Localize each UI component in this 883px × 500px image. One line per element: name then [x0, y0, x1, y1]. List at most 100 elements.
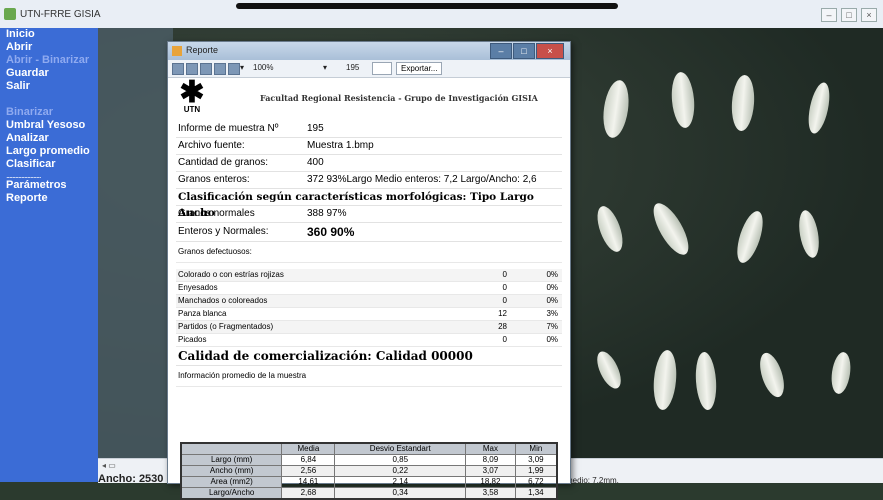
status-width: Ancho: 2530: [98, 473, 164, 485]
sidebar-item-umbral-yesoso[interactable]: Umbral Yesoso: [0, 119, 98, 132]
close-icon[interactable]: ×: [861, 8, 877, 22]
sidebar-item-abrir[interactable]: Abrir: [0, 41, 98, 54]
report-minimize-icon[interactable]: –: [490, 43, 512, 59]
defect-row: Colorado o con estrías rojizas 0 0%: [176, 269, 562, 282]
defect-count: 0: [502, 283, 507, 292]
stats-cell: 0,22: [334, 465, 467, 477]
report-title: Reporte: [186, 45, 219, 55]
row-informe: Informe de muestra Nº 195: [176, 121, 562, 138]
defect-row: Enyesados 0 0%: [176, 282, 562, 295]
defect-label: Colorado o con estrías rojizas: [178, 270, 284, 279]
sidebar-item-inicio[interactable]: Inicio: [0, 28, 98, 41]
defect-count: 28: [498, 322, 507, 331]
scroll-left-icon[interactable]: ◂ ▭: [102, 461, 116, 470]
defect-count: 0: [502, 296, 507, 305]
defect-count: 0: [502, 335, 507, 344]
defect-percent: 3%: [546, 309, 558, 318]
stats-row: Largo (mm) 6,84 0,85 8,09 3,09: [180, 454, 558, 466]
defect-label: Panza blanca: [178, 309, 227, 318]
stats-row-label: Area (mm2): [180, 476, 283, 488]
stats-header-cell: [180, 442, 283, 455]
defect-row: Manchados o coloreados 0 0%: [176, 295, 562, 308]
sidebar-item-salir[interactable]: Salir: [0, 80, 98, 93]
sidebar-item-guardar[interactable]: Guardar: [0, 67, 98, 80]
report-close-icon[interactable]: ×: [536, 43, 564, 59]
defect-row: Partidos (o Fragmentados) 28 7%: [176, 321, 562, 334]
save-dropdown-icon[interactable]: ▾: [240, 63, 244, 72]
stats-row: Largo/Ancho 2,68 0,34 3,58 1,34: [180, 487, 558, 500]
utn-logo: ✱ UTN: [178, 76, 206, 116]
enteros-normales-value: 360 90%: [307, 225, 355, 239]
promedio-title-row: Información promedio de la muestra: [176, 366, 562, 387]
defect-percent: 0%: [546, 296, 558, 305]
defect-percent: 0%: [546, 335, 558, 344]
app-titlebar: UTN-FRRE GISIA – □ ×: [0, 0, 883, 29]
window-controls: – □ ×: [821, 8, 877, 22]
defect-percent: 0%: [546, 270, 558, 279]
row-enteros-normales: Enteros y Normales: 360 90%: [176, 223, 562, 242]
stats-cell: 3,09: [514, 454, 558, 466]
row-enteros: Granos enteros: 372 93%Largo Medio enter…: [176, 172, 562, 189]
save-icon[interactable]: [228, 63, 240, 75]
row-clasificacion: Clasificación según características morf…: [176, 189, 562, 219]
report-icon: [172, 46, 182, 56]
stats-row-label: Largo (mm): [180, 454, 283, 466]
sidebar-item-largo-promedio[interactable]: Largo promedio: [0, 145, 98, 158]
stats-header-row: Media Desvio Estandart Max Min: [180, 442, 558, 455]
rice-image-strip: [98, 28, 173, 458]
stats-row-label: Ancho (mm): [180, 465, 283, 477]
archivo-label: Archivo fuente:: [178, 140, 245, 151]
utn-logo-mark: ✱: [179, 76, 205, 109]
page-setup-icon[interactable]: [200, 63, 212, 75]
enteros-value: 372 93%Largo Medio enteros: 7,2 Largo/An…: [307, 174, 537, 185]
refresh-icon[interactable]: [172, 63, 184, 75]
maximize-icon[interactable]: □: [841, 8, 857, 22]
report-titlebar[interactable]: Reporte – □ ×: [168, 42, 570, 60]
defectuosos-title-row: Granos defectuosos:: [176, 242, 562, 263]
defect-percent: 7%: [546, 322, 558, 331]
stats-header-cell: Min: [514, 442, 558, 455]
stats-header-cell: Max: [465, 442, 516, 455]
sidebar-spacer: [0, 93, 98, 106]
zoom-select[interactable]: 100%: [253, 63, 273, 72]
defect-label: Manchados o coloreados: [178, 296, 268, 305]
print-icon[interactable]: [186, 63, 198, 75]
sidebar-item-parametros[interactable]: Parámetros: [0, 179, 98, 192]
sidebar-item-analizar[interactable]: Analizar: [0, 132, 98, 145]
go-button[interactable]: [372, 62, 392, 75]
stats-cell: 0,34: [334, 487, 467, 500]
app-title: UTN-FRRE GISIA: [20, 9, 101, 20]
sidebar-menu: Inicio Abrir Abrir - Binarizar Guardar S…: [0, 28, 98, 482]
enteros-label: Granos enteros:: [178, 174, 250, 185]
defectuosos-title: Granos defectuosos:: [178, 247, 252, 256]
copy-icon[interactable]: [214, 63, 226, 75]
row-normales: Granos normales 388 97%: [176, 206, 562, 223]
minimize-icon[interactable]: –: [821, 8, 837, 22]
normales-value: 388 97%: [307, 208, 347, 219]
enteros-normales-label: Enteros y Normales:: [178, 226, 269, 237]
cantidad-value: 400: [307, 157, 324, 168]
sidebar-item-abrir-binarizar: Abrir - Binarizar: [6, 54, 90, 66]
normales-label: Granos normales: [178, 208, 255, 219]
promedio-title: Información promedio de la muestra: [178, 371, 307, 380]
report-header: ✱ UTN Facultad Regional Resistencia - Gr…: [176, 78, 562, 121]
stats-cell: 0,85: [334, 454, 467, 466]
defect-label: Partidos (o Fragmentados): [178, 322, 274, 331]
export-button[interactable]: Exportar...: [396, 62, 443, 75]
report-maximize-icon[interactable]: □: [513, 43, 535, 59]
row-calidad: Calidad de comercialización: Calidad 000…: [176, 347, 562, 366]
stats-row: Area (mm2) 14,61 2,14 18,82 6,72: [180, 476, 558, 488]
stats-table: Media Desvio Estandart Max Min Largo (mm…: [180, 442, 558, 500]
archivo-value: Muestra 1.bmp: [307, 140, 374, 151]
stats-cell: 6,72: [514, 476, 558, 488]
stats-cell: 8,09: [465, 454, 516, 466]
stats-cell: 2,68: [281, 487, 336, 500]
stats-cell: 14,61: [281, 476, 336, 488]
calidad-text: Calidad de comercialización: Calidad 000…: [178, 349, 473, 363]
sidebar-item-reporte[interactable]: Reporte: [0, 192, 98, 205]
sidebar-item-binarizar: Binarizar: [6, 106, 54, 118]
page-field[interactable]: 195: [346, 63, 359, 72]
page-dropdown-icon[interactable]: ▾: [323, 63, 327, 72]
report-window: Reporte – □ × ▾ 100% ▾ 195 Exportar... ✱…: [167, 41, 571, 500]
title-decoration: [236, 3, 618, 9]
